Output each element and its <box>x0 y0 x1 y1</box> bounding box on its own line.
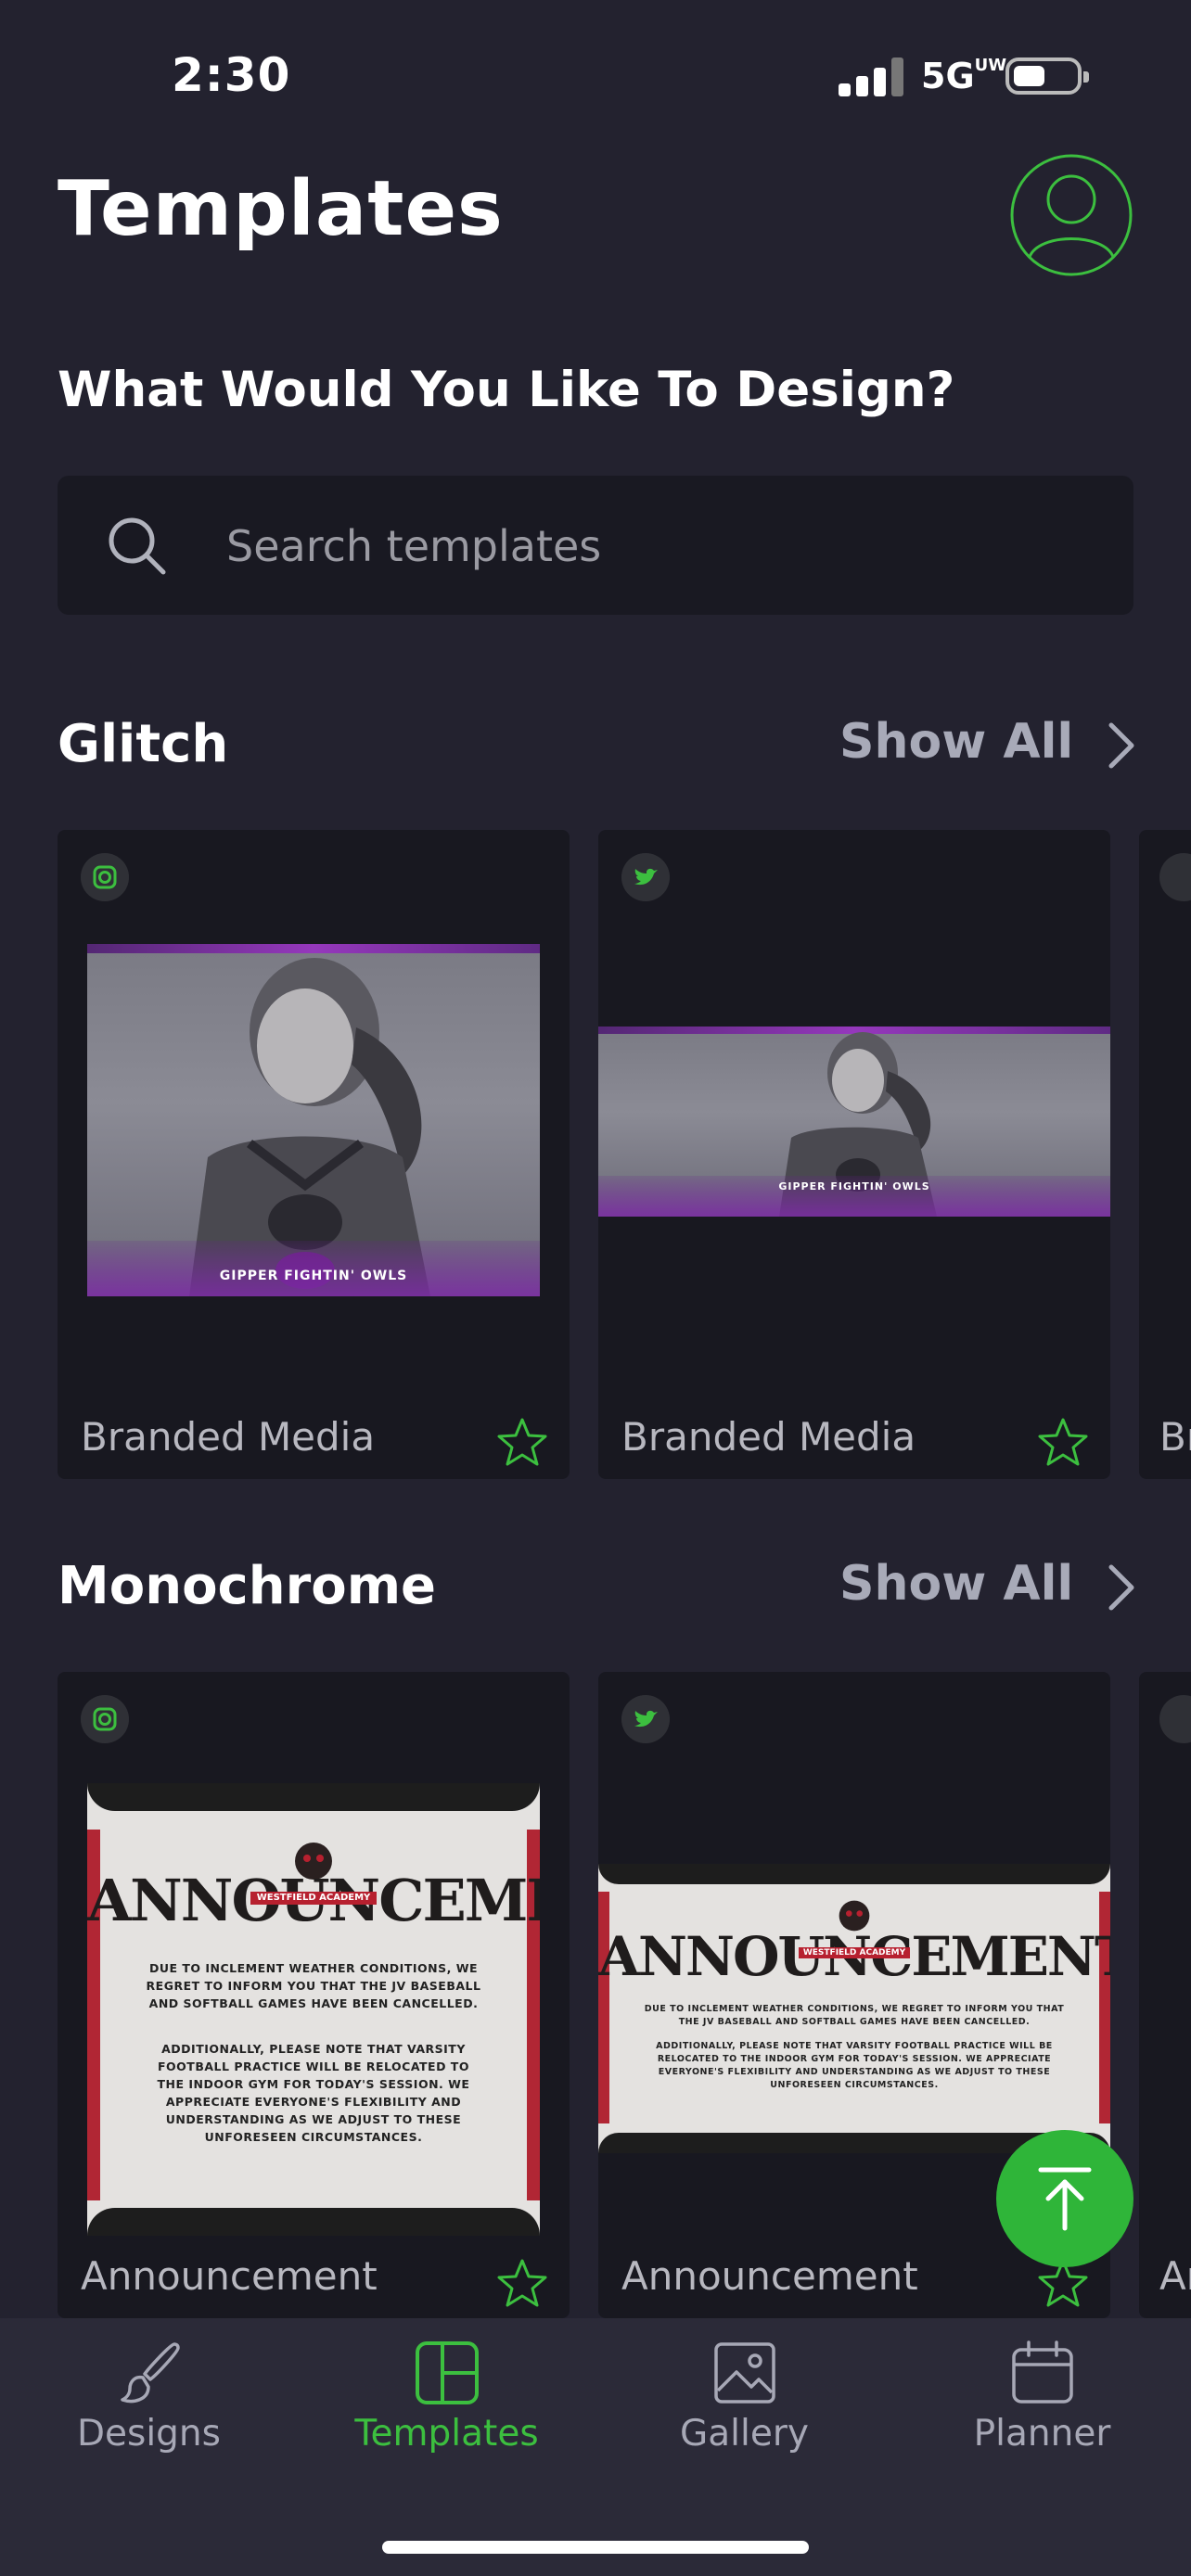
art-body-2: ADDITIONALLY, PLEASE NOTE THAT VARSITY F… <box>656 2041 1053 2090</box>
battery-icon <box>1005 57 1089 95</box>
nav-item-planner[interactable]: Planner <box>893 2318 1191 2504</box>
nav-label: Templates <box>354 2413 539 2455</box>
search-input[interactable] <box>224 476 1063 617</box>
profile-avatar-icon[interactable] <box>1009 153 1133 277</box>
templates-icon <box>415 2341 479 2404</box>
bottom-nav: Designs Templates Gallery Planner <box>0 2318 1191 2576</box>
nav-item-designs[interactable]: Designs <box>0 2318 298 2504</box>
show-all-label: Show All <box>839 714 1074 770</box>
nav-label: Gallery <box>680 2413 809 2455</box>
nav-label: Designs <box>77 2413 221 2455</box>
star-icon[interactable] <box>495 1416 549 1470</box>
art-caption: GIPPER FIGHTIN' OWLS <box>778 1180 930 1192</box>
art-tag: WESTFIELD ACADEMY <box>250 1892 377 1905</box>
story-icon <box>1159 1695 1191 1743</box>
gallery-icon <box>713 2342 775 2404</box>
show-all-label: Show All <box>839 1556 1074 1612</box>
search-icon <box>109 517 166 575</box>
chevron-right-icon[interactable] <box>1104 720 1141 772</box>
scroll-to-top-button[interactable] <box>996 2130 1133 2267</box>
template-preview-image: ANNOUNCEMENT WESTFIELD ACADEMY DUE TO IN… <box>87 1783 540 2236</box>
nav-item-gallery[interactable]: Gallery <box>596 2318 893 2504</box>
star-icon[interactable] <box>495 2257 549 2311</box>
instagram-icon <box>81 853 129 901</box>
network-label: 5G <box>921 56 975 96</box>
search-bar[interactable] <box>58 476 1133 617</box>
star-icon[interactable] <box>1036 1416 1090 1470</box>
show-all-glitch-link[interactable]: Show All <box>839 714 1073 770</box>
show-all-monochrome-link[interactable]: Show All <box>839 1556 1073 1612</box>
card-label: Branded Media <box>621 1414 916 1460</box>
art-body-2: ADDITIONALLY, PLEASE NOTE THAT VARSITY F… <box>157 2042 470 2144</box>
twitter-icon <box>621 853 670 901</box>
section-title-glitch: Glitch <box>58 714 229 774</box>
nav-item-templates[interactable]: Templates <box>298 2318 596 2504</box>
brush-icon <box>120 2342 180 2404</box>
template-preview-image: ANNOUNCEMENT WESTFIELD ACADEMY DUE TO IN… <box>598 1864 1110 2153</box>
network-indicator: 5GUW <box>921 56 1006 96</box>
art-body-1: DUE TO INCLEMENT WEATHER CONDITIONS, WE … <box>146 1961 481 2010</box>
template-card-glitch-3[interactable]: Br <box>1139 830 1191 1479</box>
template-preview-image: GIPPER FIGHTIN' OWLS <box>87 944 540 1296</box>
nav-label: Planner <box>973 2413 1111 2455</box>
calendar-icon <box>1011 2340 1073 2404</box>
twitter-icon <box>621 1695 670 1743</box>
arrow-up-icon <box>1038 2167 1092 2231</box>
template-preview-image: GIPPER FIGHTIN' OWLS <box>598 1027 1110 1217</box>
signal-icon <box>839 57 903 96</box>
template-card-glitch-1[interactable]: GIPPER FIGHTIN' OWLS Branded Media <box>58 830 570 1479</box>
design-prompt: What Would You Like To Design? <box>58 362 955 418</box>
art-tag: WESTFIELD ACADEMY <box>799 1947 910 1958</box>
card-label: Ar <box>1159 2253 1191 2299</box>
section-title-monochrome: Monochrome <box>58 1556 437 1616</box>
instagram-icon <box>81 1695 129 1743</box>
status-time: 2:30 <box>172 48 291 102</box>
network-sup: UW <box>974 56 1007 75</box>
template-card-glitch-2[interactable]: GIPPER FIGHTIN' OWLS Branded Media <box>598 830 1110 1479</box>
template-card-monochrome-3[interactable]: Ar <box>1139 1672 1191 2318</box>
chevron-right-icon[interactable] <box>1104 1562 1141 1613</box>
card-label: Br <box>1159 1414 1191 1460</box>
card-label: Announcement <box>81 2253 378 2299</box>
template-card-monochrome-1[interactable]: ANNOUNCEMENT WESTFIELD ACADEMY DUE TO IN… <box>58 1672 570 2318</box>
card-label: Branded Media <box>81 1414 376 1460</box>
art-body-1: DUE TO INCLEMENT WEATHER CONDITIONS, WE … <box>644 2004 1065 2027</box>
home-indicator[interactable] <box>382 2541 809 2554</box>
art-caption: GIPPER FIGHTIN' OWLS <box>219 1269 408 1283</box>
story-icon <box>1159 853 1191 901</box>
card-label: Announcement <box>621 2253 918 2299</box>
page-title: Templates <box>58 165 504 253</box>
